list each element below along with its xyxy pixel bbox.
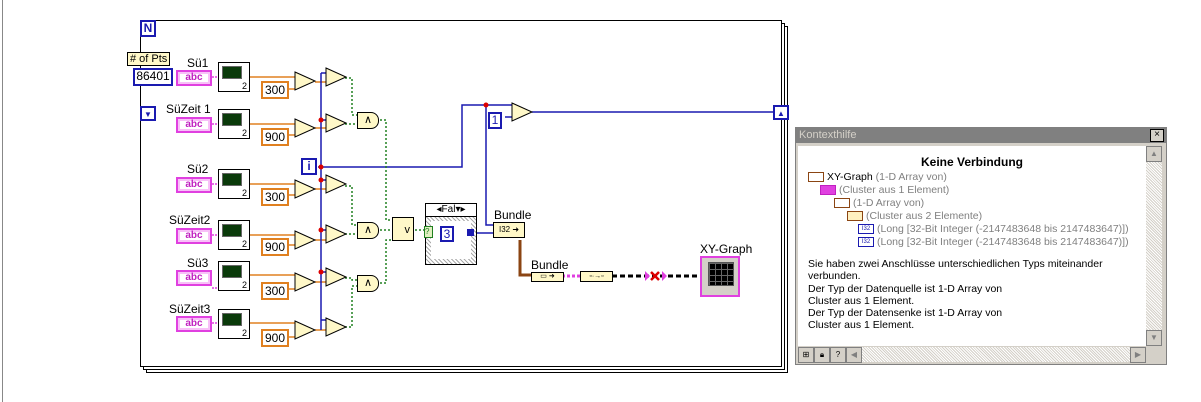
row-label: Sü2 — [187, 162, 209, 176]
graph-icon — [708, 262, 734, 286]
diagram-icon[interactable]: ⊞ — [798, 347, 814, 363]
compound-or-node[interactable]: v — [392, 217, 414, 241]
case-selector[interactable]: ◂Fal▾▸ — [426, 204, 476, 217]
offset-constant[interactable]: 900 — [261, 329, 290, 347]
string-constant[interactable]: abc — [176, 177, 212, 193]
context-help-window: Kontexthilfe × Keine Verbindung XY-Graph… — [795, 127, 1167, 365]
string-constant[interactable]: abc — [176, 117, 212, 133]
loop-dropdown-icon[interactable]: ▼ — [140, 106, 156, 121]
xy-graph-label: XY-Graph — [700, 242, 753, 256]
offset-constant[interactable]: 300 — [261, 81, 290, 99]
row-label: Sü3 — [187, 256, 209, 270]
row-label: Sü1 — [187, 56, 209, 70]
iteration-terminal: i — [301, 158, 317, 175]
xy-graph-terminal[interactable] — [700, 256, 740, 297]
row-label: SüZeit3 — [169, 302, 211, 316]
loop-count-terminal: N — [140, 20, 156, 37]
lock-icon[interactable]: 🔒︎ — [814, 347, 830, 363]
case-selector-terminal: ? — [424, 226, 433, 238]
case-constant[interactable]: 3 — [440, 226, 454, 242]
tree-item: (1-D Array von) — [834, 197, 924, 209]
context-help-message: Sie haben zwei Anschlüsse unterschiedlic… — [808, 258, 1103, 332]
close-icon[interactable]: × — [1150, 129, 1164, 142]
num-points-label: # of Pts — [127, 52, 171, 66]
wires — [212, 67, 775, 340]
and-node[interactable]: ∧ — [357, 275, 379, 292]
string-constant[interactable]: abc — [176, 316, 212, 332]
string-constant[interactable]: abc — [176, 228, 212, 244]
offset-constant[interactable]: 300 — [261, 188, 290, 206]
num-points-value[interactable]: 86401 — [133, 68, 173, 86]
increment-constant[interactable]: 1 — [488, 112, 502, 129]
i32-icon: I32 — [858, 237, 874, 248]
subvi-waveform-icon[interactable]: 2 — [218, 109, 250, 139]
and-node[interactable]: ∧ — [357, 222, 379, 239]
scroll-up-icon[interactable]: ▲ — [1146, 146, 1162, 162]
bundle-label: Bundle — [494, 208, 532, 222]
string-constant[interactable]: abc — [176, 270, 212, 286]
context-help-heading: Keine Verbindung — [920, 155, 1023, 169]
string-constant[interactable]: abc — [176, 70, 212, 86]
subvi-waveform-icon[interactable]: 2 — [218, 309, 250, 339]
tree-item: I32 (Long [32-Bit Integer (-2147483648 bi… — [858, 236, 1129, 248]
bundle-node[interactable]: I32 ➜ — [493, 222, 525, 238]
cluster-wire — [518, 240, 531, 277]
build-array-node[interactable]: ▫·→▫ — [580, 271, 613, 282]
context-help-content: Keine Verbindung XY-Graph (1-D Array von… — [798, 146, 1146, 346]
subvi-waveform-icon[interactable]: 2 — [218, 261, 250, 291]
bundle-node[interactable]: ▭ ➜ — [531, 272, 564, 282]
horizontal-scrollbar[interactable]: ⊞ 🔒︎ ? ◀ ▶ — [798, 347, 1146, 363]
vertical-scrollbar[interactable]: ▲ ▼ — [1146, 146, 1162, 346]
help-icon[interactable]: ? — [830, 347, 846, 363]
tree-item: XY-Graph (1-D Array von) — [808, 171, 947, 183]
row-label: SüZeit 1 — [166, 102, 211, 116]
context-help-title: Kontexthilfe — [796, 128, 1166, 143]
comparison-nodes — [294, 67, 534, 340]
subvi-waveform-icon[interactable]: 2 — [218, 62, 250, 92]
and-node[interactable]: ∧ — [357, 112, 379, 129]
scroll-down-icon[interactable]: ▼ — [1146, 330, 1162, 346]
offset-constant[interactable]: 900 — [261, 128, 290, 146]
case-structure[interactable]: ◂Fal▾▸ 3 ? — [424, 203, 477, 265]
shift-register-icon[interactable]: ▲ — [773, 105, 789, 120]
array-icon — [808, 172, 824, 183]
subvi-waveform-icon[interactable]: 2 — [218, 169, 250, 199]
cluster-icon — [820, 185, 836, 196]
tree-item: I32 (Long [32-Bit Integer (-2147483648 bi… — [858, 223, 1129, 235]
row-label: SüZeit2 — [169, 213, 211, 227]
scroll-right-icon[interactable]: ▶ — [1130, 347, 1146, 363]
scroll-left-icon[interactable]: ◀ — [846, 347, 862, 363]
i32-icon: I32 — [858, 224, 874, 235]
array-icon — [834, 198, 850, 209]
offset-constant[interactable]: 900 — [261, 238, 290, 256]
tree-item: (Cluster aus 2 Elemente) — [847, 210, 982, 222]
cluster-icon — [847, 211, 863, 222]
subvi-waveform-icon[interactable]: 2 — [218, 220, 250, 250]
offset-constant[interactable]: 300 — [261, 282, 290, 300]
bundle-label: Bundle — [531, 258, 569, 272]
tree-item: (Cluster aus 1 Element) — [820, 184, 949, 196]
